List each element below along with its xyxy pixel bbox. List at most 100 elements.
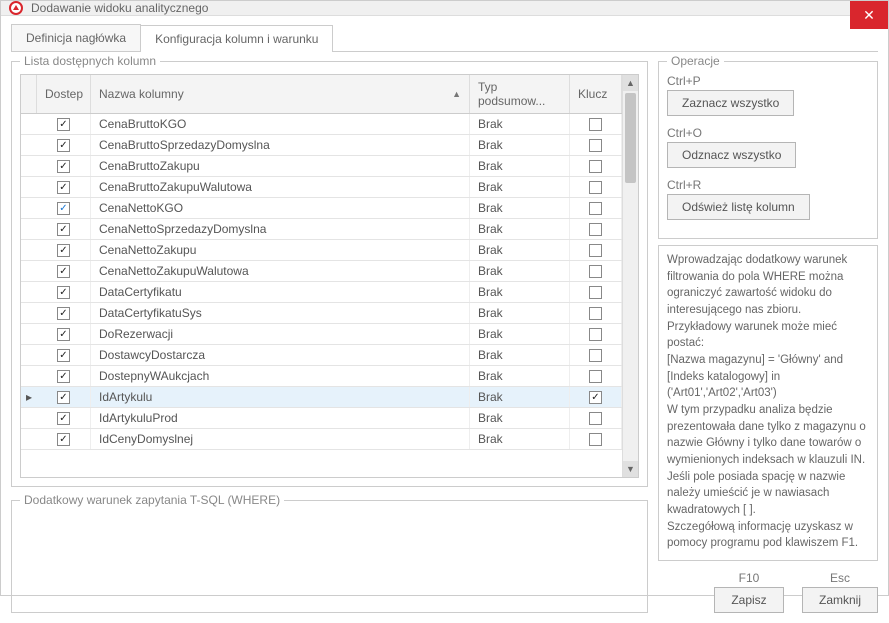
column-name-cell: CenaNettoKGO — [91, 198, 470, 218]
klucz-checkbox[interactable] — [589, 370, 602, 383]
summary-type-cell[interactable]: Brak — [470, 303, 570, 323]
table-row[interactable]: CenaBruttoZakupuBrak — [21, 156, 622, 177]
tab-columns-config[interactable]: Konfiguracja kolumn i warunku — [140, 25, 333, 52]
column-name-cell: DostepnyWAukcjach — [91, 366, 470, 386]
summary-type-cell[interactable]: Brak — [470, 177, 570, 197]
columns-table-header: Dostep Nazwa kolumny ▲ Typ podsumow... K… — [21, 75, 622, 114]
dostep-checkbox[interactable] — [57, 181, 70, 194]
summary-type-cell[interactable]: Brak — [470, 345, 570, 365]
table-row[interactable]: CenaBruttoKGOBrak — [21, 114, 622, 135]
dostep-checkbox[interactable] — [57, 118, 70, 131]
close-button[interactable]: ✕ — [850, 1, 888, 29]
where-clause-fieldset: Dodatkowy warunek zapytania T-SQL (WHERE… — [11, 493, 648, 613]
table-row[interactable]: DoRezerwacjiBrak — [21, 324, 622, 345]
column-name-cell: IdCenyDomyslnej — [91, 429, 470, 449]
klucz-checkbox[interactable] — [589, 307, 602, 320]
klucz-checkbox[interactable] — [589, 433, 602, 446]
table-row[interactable]: CenaNettoZakupuWalutowaBrak — [21, 261, 622, 282]
summary-type-cell[interactable]: Brak — [470, 135, 570, 155]
summary-type-cell[interactable]: Brak — [470, 261, 570, 281]
dostep-checkbox[interactable] — [57, 139, 70, 152]
tabstrip: Definicja nagłówka Konfiguracja kolumn i… — [11, 24, 878, 52]
table-row[interactable]: IdCenyDomyslnejBrak — [21, 429, 622, 450]
deselect-all-button[interactable]: Odznacz wszystko — [667, 142, 796, 168]
save-button[interactable]: Zapisz — [714, 587, 784, 613]
scroll-thumb[interactable] — [625, 93, 636, 183]
klucz-checkbox[interactable] — [589, 391, 602, 404]
dostep-checkbox[interactable] — [57, 244, 70, 257]
klucz-checkbox[interactable] — [589, 139, 602, 152]
klucz-checkbox[interactable] — [589, 328, 602, 341]
klucz-checkbox[interactable] — [589, 244, 602, 257]
klucz-checkbox[interactable] — [589, 265, 602, 278]
klucz-checkbox[interactable] — [589, 286, 602, 299]
column-name-cell: CenaBruttoZakupuWalutowa — [91, 177, 470, 197]
table-row[interactable]: DostawcyDostarczaBrak — [21, 345, 622, 366]
dostep-checkbox[interactable] — [57, 391, 70, 404]
klucz-checkbox[interactable] — [589, 223, 602, 236]
column-name-cell: IdArtykuluProd — [91, 408, 470, 428]
summary-type-cell[interactable]: Brak — [470, 114, 570, 134]
klucz-checkbox[interactable] — [589, 160, 602, 173]
refresh-columns-button[interactable]: Odśwież listę kolumn — [667, 194, 810, 220]
summary-type-cell[interactable]: Brak — [470, 240, 570, 260]
table-row[interactable]: CenaBruttoSprzedazyDomyslnaBrak — [21, 135, 622, 156]
table-row[interactable]: CenaNettoZakupuBrak — [21, 240, 622, 261]
summary-type-cell[interactable]: Brak — [470, 219, 570, 239]
dostep-checkbox[interactable] — [57, 307, 70, 320]
col-header-typ[interactable]: Typ podsumow... — [470, 75, 570, 113]
summary-type-cell[interactable]: Brak — [470, 324, 570, 344]
klucz-checkbox[interactable] — [589, 412, 602, 425]
columns-table-body: CenaBruttoKGOBrakCenaBruttoSprzedazyDomy… — [21, 114, 622, 477]
dostep-checkbox[interactable] — [57, 160, 70, 173]
col-header-dostep[interactable]: Dostep — [37, 75, 91, 113]
klucz-checkbox[interactable] — [589, 349, 602, 362]
dostep-checkbox[interactable] — [57, 286, 70, 299]
available-columns-fieldset: Lista dostępnych kolumn Dostep Nazwa kol… — [11, 54, 648, 487]
scroll-down-icon[interactable]: ▼ — [623, 461, 638, 477]
klucz-checkbox[interactable] — [589, 202, 602, 215]
dostep-checkbox[interactable] — [57, 349, 70, 362]
column-name-cell: CenaBruttoKGO — [91, 114, 470, 134]
dialog-window: Dodawanie widoku analitycznego ✕ Definic… — [0, 0, 889, 596]
table-row[interactable]: CenaNettoSprzedazyDomyslnaBrak — [21, 219, 622, 240]
col-header-klucz[interactable]: Klucz — [570, 75, 622, 113]
dostep-checkbox[interactable] — [57, 412, 70, 425]
close-dialog-button[interactable]: Zamknij — [802, 587, 878, 613]
save-shortcut: F10 — [714, 571, 784, 585]
summary-type-cell[interactable]: Brak — [470, 198, 570, 218]
table-row[interactable]: IdArtykuluProdBrak — [21, 408, 622, 429]
table-row[interactable]: DostepnyWAukcjachBrak — [21, 366, 622, 387]
select-all-button[interactable]: Zaznacz wszystko — [667, 90, 794, 116]
titlebar: Dodawanie widoku analitycznego ✕ — [1, 1, 888, 16]
table-row[interactable]: DataCertyfikatuBrak — [21, 282, 622, 303]
table-row[interactable]: DataCertyfikatuSysBrak — [21, 303, 622, 324]
summary-type-cell[interactable]: Brak — [470, 387, 570, 407]
table-row[interactable]: ▸ IdArtykuluBrak — [21, 387, 622, 408]
window-title: Dodawanie widoku analitycznego — [31, 1, 208, 15]
table-row[interactable]: CenaBruttoZakupuWalutowaBrak — [21, 177, 622, 198]
table-row[interactable]: CenaNettoKGOBrak — [21, 198, 622, 219]
summary-type-cell[interactable]: Brak — [470, 366, 570, 386]
dostep-checkbox[interactable] — [57, 328, 70, 341]
summary-type-cell[interactable]: Brak — [470, 282, 570, 302]
summary-type-cell[interactable]: Brak — [470, 156, 570, 176]
dostep-checkbox[interactable] — [57, 223, 70, 236]
dostep-checkbox[interactable] — [57, 370, 70, 383]
klucz-checkbox[interactable] — [589, 181, 602, 194]
tab-header-def[interactable]: Definicja nagłówka — [11, 24, 141, 51]
dostep-checkbox[interactable] — [57, 433, 70, 446]
scroll-up-icon[interactable]: ▲ — [623, 75, 638, 91]
row-indicator-icon: ▸ — [21, 390, 37, 404]
info-fieldset: Wprowadzając dodatkowy warunek filtrowan… — [658, 245, 878, 561]
column-name-cell: CenaNettoZakupuWalutowa — [91, 261, 470, 281]
column-name-cell: CenaNettoZakupu — [91, 240, 470, 260]
column-name-cell: IdArtykulu — [91, 387, 470, 407]
summary-type-cell[interactable]: Brak — [470, 408, 570, 428]
col-header-nazwa[interactable]: Nazwa kolumny ▲ — [91, 75, 470, 113]
dostep-checkbox[interactable] — [57, 265, 70, 278]
vertical-scrollbar[interactable]: ▲ ▼ — [622, 75, 638, 477]
dostep-checkbox[interactable] — [57, 202, 70, 215]
klucz-checkbox[interactable] — [589, 118, 602, 131]
summary-type-cell[interactable]: Brak — [470, 429, 570, 449]
